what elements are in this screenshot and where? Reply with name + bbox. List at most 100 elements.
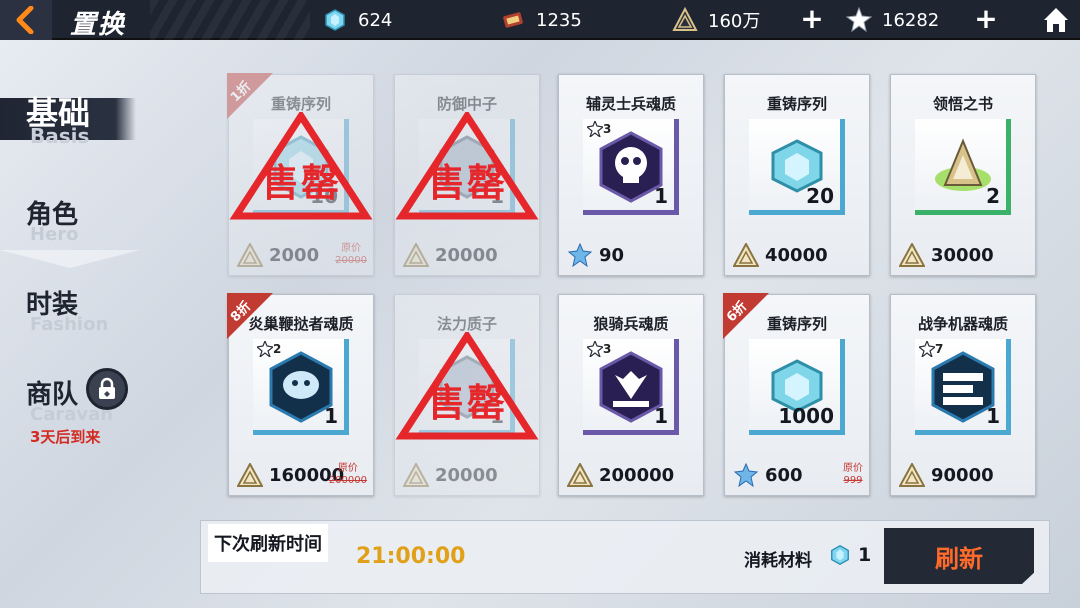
nav-label-en: Fashion: [30, 314, 109, 335]
add-gold-button[interactable]: +: [800, 5, 824, 33]
resource-crystal: 624: [322, 0, 392, 40]
crystal-icon: [828, 544, 852, 566]
add-star-crystal-button[interactable]: +: [974, 5, 998, 33]
item-icon-frame: 2: [915, 119, 1011, 215]
ticket-icon: [500, 7, 526, 33]
item-price: 30000: [899, 243, 994, 267]
item-icon-frame: 71: [915, 339, 1011, 435]
resource-gold: 160万: [672, 0, 760, 40]
shop-item-card[interactable]: 8折 炎巢鞭挞者魂质 2 1 160000 原价 200000: [227, 293, 374, 496]
item-icon-frame: 21: [253, 339, 349, 435]
nav-item-hero[interactable]: 角色 Hero: [0, 192, 200, 252]
item-name: 炎巢鞭挞者魂质: [248, 315, 354, 333]
item-name: 防御中子: [436, 95, 497, 113]
star-rank-badge: 3: [587, 121, 611, 137]
item-name: 战争机器魂质: [917, 315, 1008, 333]
caravan-countdown: 3天后到来: [30, 428, 101, 446]
nav-label-en: Basis: [30, 124, 90, 148]
item-price: 600: [733, 463, 803, 487]
item-quantity: 1: [654, 404, 668, 428]
gold-triangle-icon: [899, 463, 925, 487]
star-crystal-icon: [733, 463, 759, 487]
star-icon: [919, 341, 935, 357]
item-quantity: 1: [986, 404, 1000, 428]
item-quantity: 1: [654, 184, 668, 208]
resource-star-crystal: 16282: [846, 0, 939, 40]
star-crystal-icon: [567, 243, 593, 267]
shop-item-card[interactable]: 防御中子 1 20000: [394, 74, 540, 276]
star-icon: [587, 121, 603, 137]
nav-label-en: Hero: [30, 224, 79, 245]
ticket-count: 1235: [536, 9, 582, 31]
crystal-icon: [322, 7, 348, 33]
back-arrow-icon: [16, 6, 34, 34]
item-quantity: 20: [806, 184, 834, 208]
cost-label: 消耗材料: [744, 551, 812, 571]
shop-item-card[interactable]: 重铸序列 20 40000: [724, 74, 870, 276]
item-price: 20000: [403, 243, 498, 267]
item-icon-frame: 20: [749, 119, 845, 215]
gold-triangle-icon: [403, 463, 429, 487]
star-icon: [587, 341, 603, 357]
star-rank-badge: 3: [587, 341, 611, 357]
shop-item-card[interactable]: 领悟之书 2 30000: [890, 74, 1036, 276]
star-crystal-count: 16282: [882, 9, 940, 31]
gold-triangle-icon: [403, 243, 429, 267]
original-price: 原价 999: [843, 463, 863, 486]
item-name: 重铸序列: [766, 95, 827, 113]
shop-item-card[interactable]: 法力质子 1 20000: [394, 294, 540, 496]
refresh-button[interactable]: 刷新: [884, 528, 1034, 584]
item-quantity: 1000: [778, 404, 834, 428]
title-decoration: [150, 0, 310, 40]
item-price: 2000: [237, 243, 319, 267]
nav-divider: [0, 250, 140, 268]
shop-item-card[interactable]: 1折 重铸序列 10 2000 原价 20000: [227, 73, 374, 276]
item-price: 90: [567, 243, 624, 267]
item-quantity: 10: [310, 184, 338, 208]
gold-triangle-icon: [237, 243, 263, 267]
top-bar: 置换 624 1235 160万 + 16282 +: [0, 0, 1080, 40]
original-price: 原价 20000: [335, 243, 367, 266]
lock-icon: [86, 368, 128, 410]
gold-triangle-icon: [672, 7, 698, 33]
item-name: 狼骑兵魂质: [593, 315, 669, 333]
item-name: 辅灵士兵魂质: [585, 95, 676, 113]
item-price: 40000: [733, 243, 828, 267]
item-icon-frame: 31: [583, 119, 679, 215]
home-button[interactable]: [1040, 4, 1072, 36]
item-icon-frame: 1000: [749, 339, 845, 435]
item-name: 领悟之书: [932, 95, 993, 113]
star-rank-badge: 2: [257, 341, 281, 357]
shop-item-card[interactable]: 狼骑兵魂质 3 1 200000: [558, 294, 704, 496]
item-icon-frame: 10: [253, 119, 349, 215]
gold-triangle-icon: [733, 243, 759, 267]
item-icon-frame: 1: [419, 339, 515, 435]
shop-item-card[interactable]: 辅灵士兵魂质 3 1 90: [558, 74, 704, 276]
item-quantity: 2: [986, 184, 1000, 208]
star-icon: [257, 341, 273, 357]
shop-item-card[interactable]: 战争机器魂质 7 1 90000: [890, 294, 1036, 496]
item-quantity: 1: [490, 404, 504, 428]
original-price: 原价 200000: [328, 463, 367, 486]
item-quantity: 1: [324, 404, 338, 428]
resource-ticket: 1235: [500, 0, 582, 40]
refresh-time-label: 下次刷新时间: [208, 524, 328, 562]
home-icon: [1044, 8, 1068, 32]
item-name: 法力质子: [436, 315, 497, 333]
item-icon-frame: 31: [583, 339, 679, 435]
gold-triangle-icon: [567, 463, 593, 487]
gold-count: 160万: [708, 11, 761, 32]
item-price: 90000: [899, 463, 994, 487]
item-icon-frame: 1: [419, 119, 515, 215]
star-crystal-icon: [846, 7, 872, 33]
item-name: 重铸序列: [270, 95, 331, 113]
nav-item-basis[interactable]: 基础 Basis: [0, 86, 200, 156]
crystal-count: 624: [358, 9, 393, 31]
nav-item-fashion[interactable]: 时装 Fashion: [0, 282, 200, 342]
item-price: 20000: [403, 463, 498, 487]
gold-triangle-icon: [899, 243, 925, 267]
back-button[interactable]: [0, 0, 52, 40]
shop-item-card[interactable]: 6折 重铸序列 1000 600 原价 999: [723, 293, 870, 496]
item-price: 200000: [567, 463, 674, 487]
gold-triangle-icon: [237, 463, 263, 487]
